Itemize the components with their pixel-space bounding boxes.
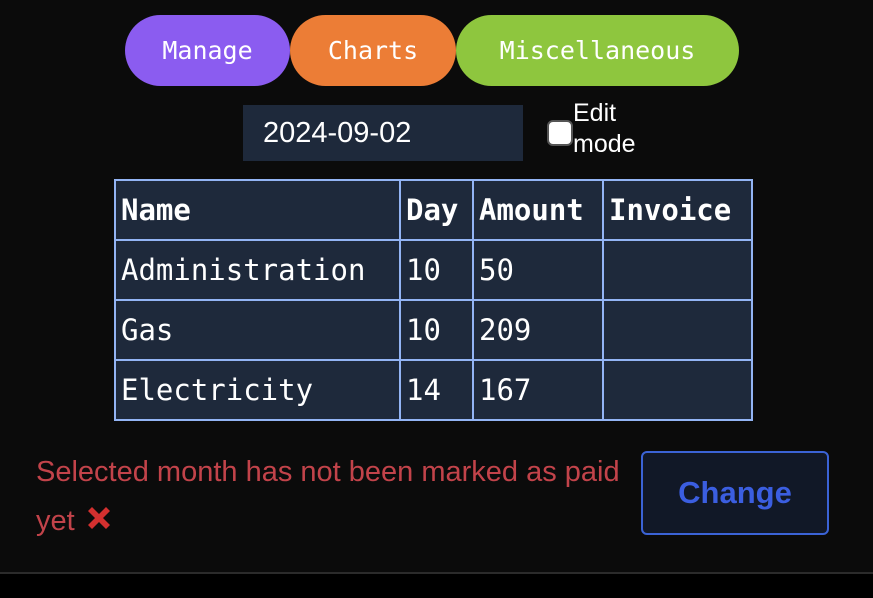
cell-invoice[interactable] xyxy=(602,299,753,361)
footer-bar xyxy=(0,574,873,598)
table-row: Administration 10 50 xyxy=(114,239,753,301)
date-input[interactable] xyxy=(243,105,523,161)
cell-amount: 167 xyxy=(472,359,604,421)
miscellaneous-nav-button[interactable]: Miscellaneous xyxy=(456,15,739,86)
column-header-invoice: Invoice xyxy=(602,179,753,241)
table-row: Gas 10 209 xyxy=(114,299,753,361)
table-row: Electricity 14 167 xyxy=(114,359,753,421)
cell-day: 14 xyxy=(399,359,474,421)
column-header-amount: Amount xyxy=(472,179,604,241)
cell-invoice[interactable] xyxy=(602,239,753,301)
cell-invoice[interactable] xyxy=(602,359,753,421)
cell-amount: 209 xyxy=(472,299,604,361)
manage-nav-button[interactable]: Manage xyxy=(125,15,290,86)
cell-amount: 50 xyxy=(472,239,604,301)
edit-mode-label: Edit mode xyxy=(573,99,636,158)
column-header-day: Day xyxy=(399,179,474,241)
change-button[interactable]: Change xyxy=(641,451,829,535)
cell-name: Administration xyxy=(114,239,401,301)
charts-nav-button[interactable]: Charts xyxy=(290,15,456,86)
table-header-row: Name Day Amount Invoice xyxy=(114,179,753,241)
column-header-name: Name xyxy=(114,179,401,241)
status-text: Selected month has not been marked as pa… xyxy=(36,456,620,537)
cell-day: 10 xyxy=(399,239,474,301)
cell-name: Electricity xyxy=(114,359,401,421)
bills-table: Name Day Amount Invoice Administration 1… xyxy=(114,179,753,421)
cross-mark-icon xyxy=(87,507,110,529)
payment-status-message: Selected month has not been marked as pa… xyxy=(36,448,626,546)
cell-day: 10 xyxy=(399,299,474,361)
edit-mode-toggle[interactable]: Edit mode xyxy=(547,98,667,170)
cell-name: Gas xyxy=(114,299,401,361)
edit-mode-checkbox[interactable] xyxy=(547,120,573,146)
